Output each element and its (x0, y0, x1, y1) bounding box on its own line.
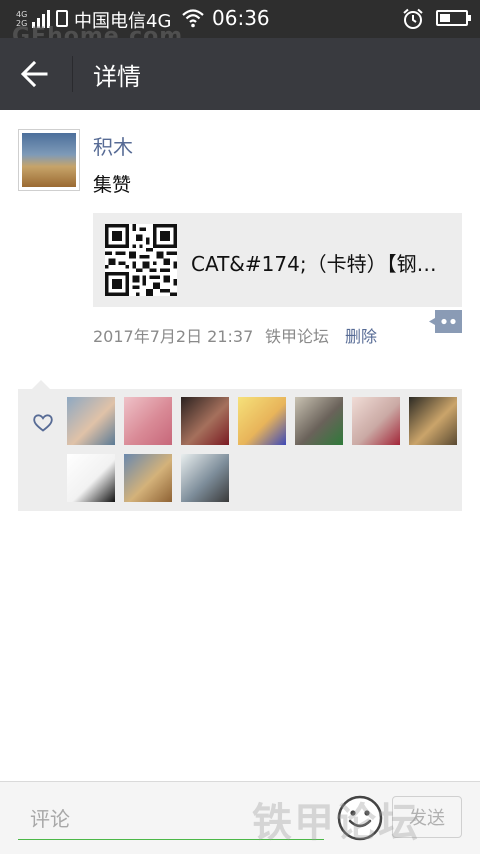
battery-icon (436, 10, 468, 26)
qr-code-icon (105, 224, 177, 296)
arrow-left-icon (20, 60, 48, 88)
battery-tip (468, 15, 471, 21)
post-text: 集赞 (93, 174, 132, 196)
clock: 06:36 (212, 6, 270, 30)
status-bar: 4G 2G 中国电信4G 06:36 GEhome.com (0, 0, 480, 49)
title-bar: 详情 (0, 38, 480, 110)
heart-outline-icon (33, 414, 53, 432)
link-title: CAT&#174;（卡特）【钢… (191, 252, 437, 276)
network-type-top: 4G (16, 10, 28, 19)
more-dots-icon (429, 310, 462, 333)
liker-avatar[interactable] (67, 397, 115, 445)
comment-input[interactable] (18, 798, 324, 840)
username[interactable]: 积木 (93, 131, 133, 160)
liker-avatar[interactable] (352, 397, 400, 445)
avatar[interactable] (18, 129, 80, 191)
emoji-icon (337, 795, 383, 841)
back-button[interactable] (16, 54, 56, 94)
post-source[interactable]: 铁甲论坛 (265, 323, 329, 347)
liker-avatar[interactable] (409, 397, 457, 445)
liker-avatar[interactable] (238, 397, 286, 445)
emoji-button[interactable] (336, 794, 384, 842)
delete-link[interactable]: 删除 (345, 323, 377, 347)
avatar-image (22, 133, 76, 187)
send-button[interactable]: 发送 (392, 796, 462, 838)
liker-avatar[interactable] (124, 454, 172, 502)
alarm-icon (403, 8, 423, 29)
battery-level (440, 14, 450, 22)
likes-panel (18, 389, 462, 511)
liker-avatar[interactable] (124, 397, 172, 445)
post-time: 2017年7月2日 21:37 (93, 327, 254, 346)
likes-arrow (32, 380, 50, 389)
liker-avatar[interactable] (295, 397, 343, 445)
liker-avatar[interactable] (181, 397, 229, 445)
more-button[interactable] (429, 310, 462, 333)
liker-avatar[interactable] (181, 454, 229, 502)
page-title: 详情 (93, 63, 141, 91)
link-card[interactable]: CAT&#174;（卡特）【钢… (93, 213, 462, 307)
wifi-icon (182, 9, 204, 28)
liker-avatar[interactable] (67, 454, 115, 502)
comment-bar: 发送 (0, 781, 480, 854)
title-divider (72, 56, 73, 92)
